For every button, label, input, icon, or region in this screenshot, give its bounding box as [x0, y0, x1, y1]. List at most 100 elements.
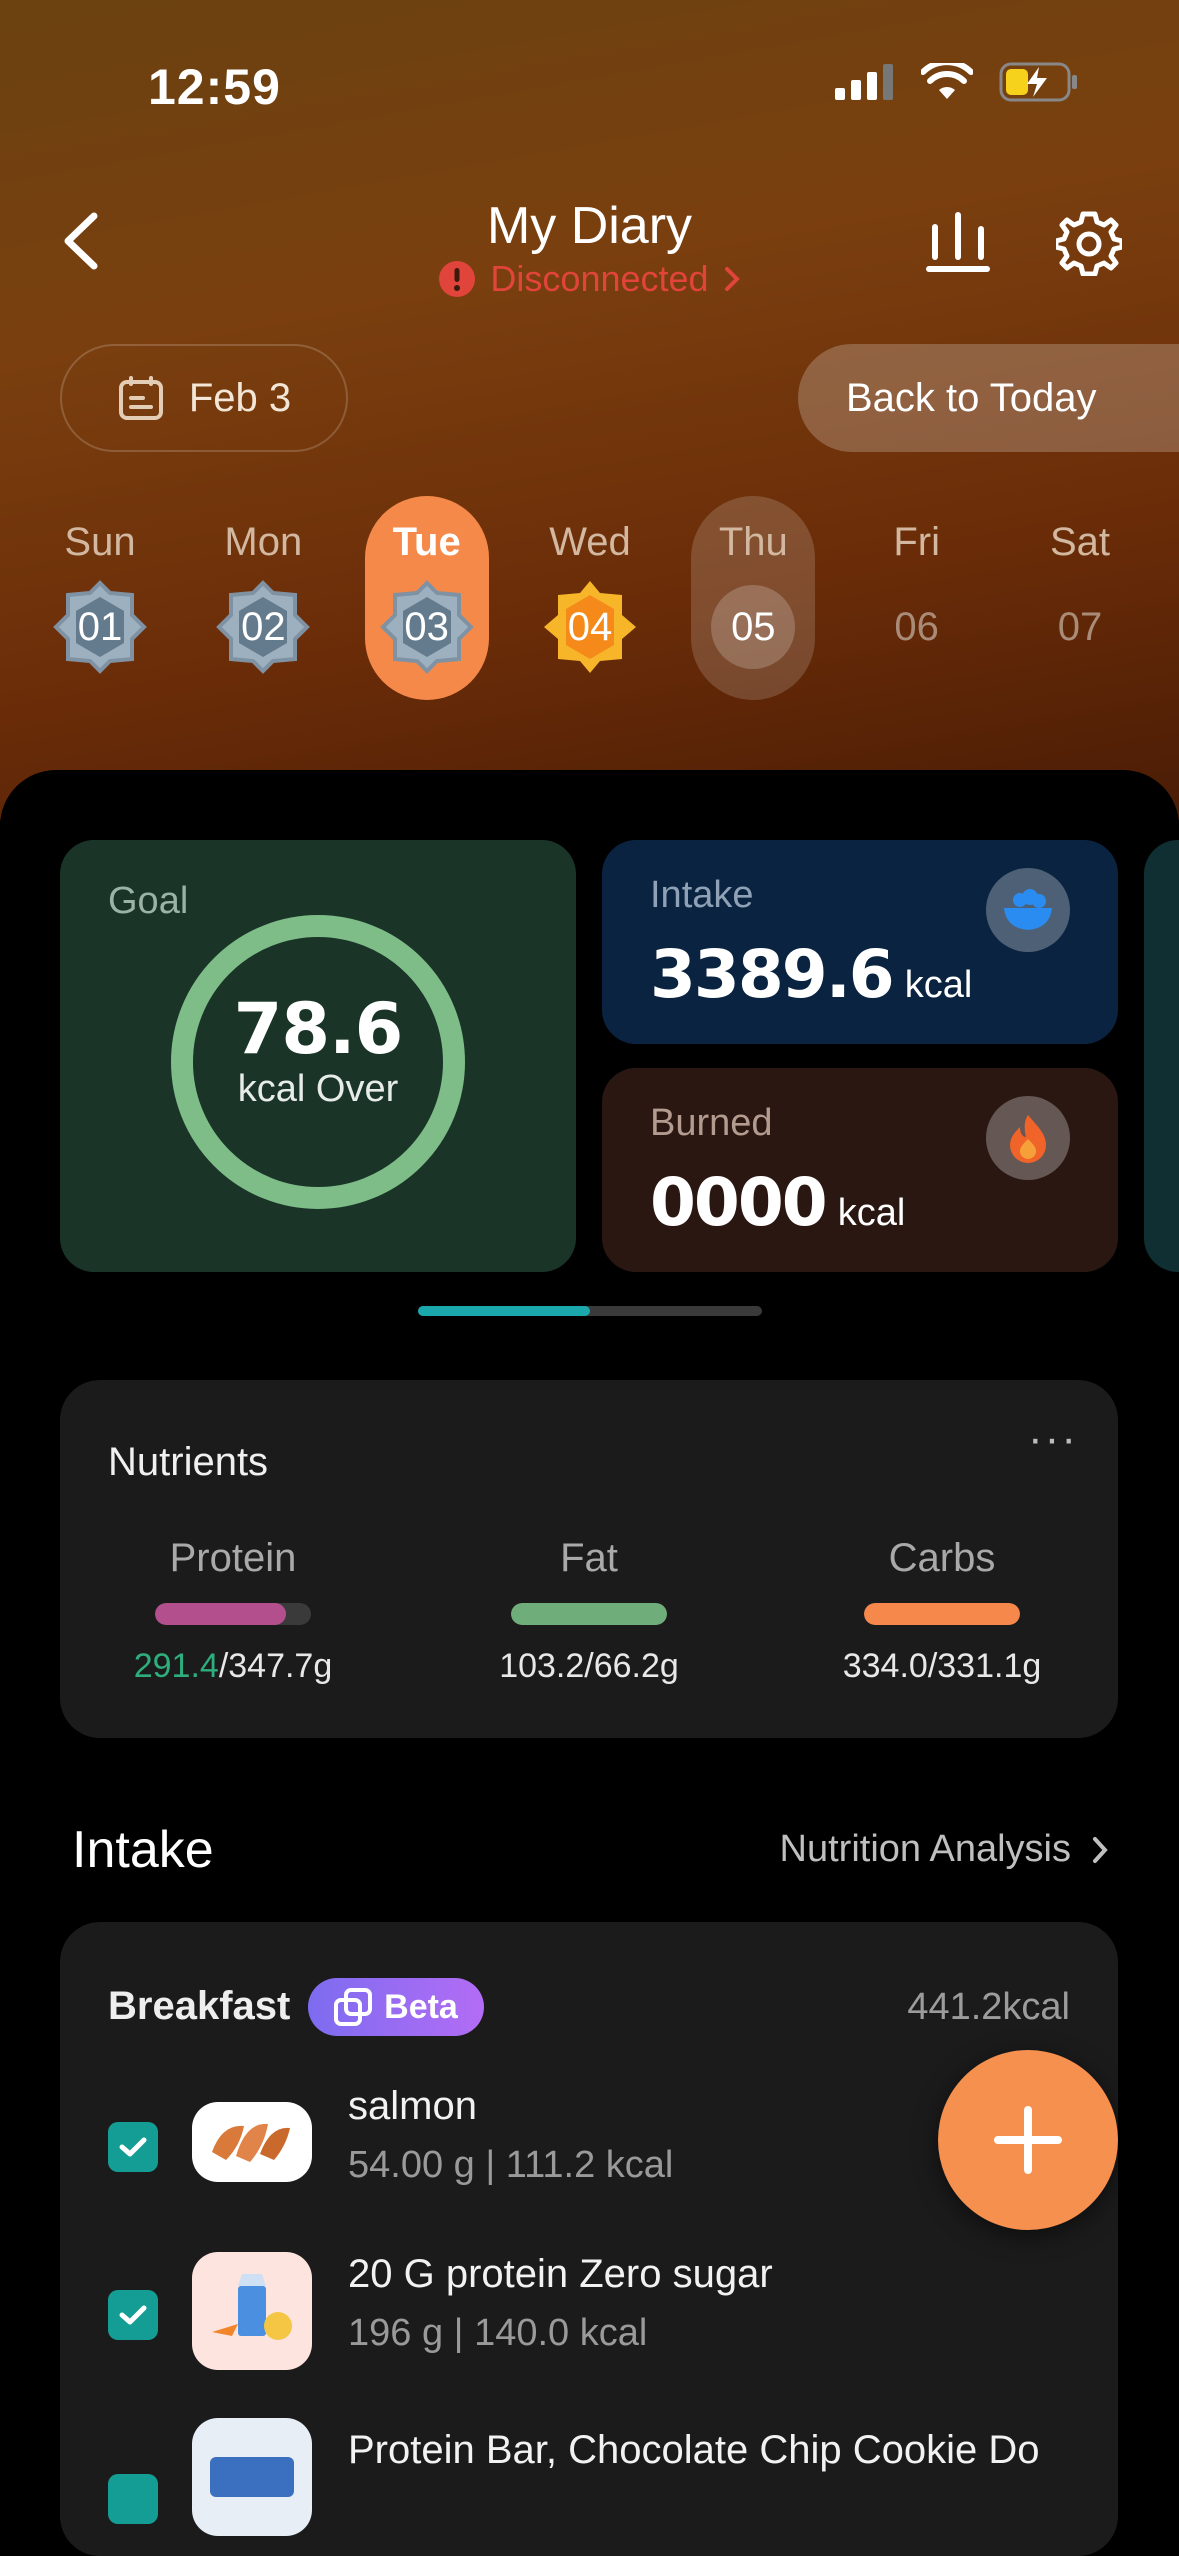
day-badge: 05	[705, 579, 801, 675]
more-options-icon[interactable]: ···	[1028, 1414, 1078, 1464]
meal-title: Breakfast	[108, 1984, 291, 2028]
day-thu-today[interactable]: Thu 05	[691, 496, 816, 700]
day-name: Wed	[549, 520, 631, 564]
day-number: 02	[241, 604, 286, 649]
food-thumbnail	[192, 2418, 312, 2536]
checkbox-checked-icon[interactable]	[108, 2290, 158, 2340]
macro-label: Carbs	[888, 1536, 996, 1580]
checkbox-checked-icon[interactable]	[108, 2474, 158, 2524]
burned-value-row: 0000 kcal	[650, 1164, 905, 1241]
day-name: Fri	[893, 520, 940, 564]
back-to-today-label: Back to Today	[846, 375, 1097, 420]
today-circle: 05	[711, 585, 796, 669]
battery-charging-icon	[999, 62, 1077, 102]
day-badge: 02	[215, 579, 311, 675]
day-badge: 04	[542, 579, 638, 675]
macro-fat: Fat 103.2/66.2g	[439, 1536, 739, 1686]
connection-status-label: Disconnected	[490, 258, 709, 299]
day-number: 04	[567, 604, 613, 649]
food-thumbnail	[192, 2102, 312, 2182]
day-number: 06	[894, 604, 939, 649]
macro-target: /347.7g	[218, 1647, 333, 1685]
day-badge: 03	[379, 579, 475, 675]
food-thumbnail	[192, 2252, 312, 2370]
date-picker-button[interactable]: Feb 3	[60, 344, 348, 452]
checkbox-checked-icon[interactable]	[108, 2122, 158, 2172]
stats-icon[interactable]	[926, 212, 990, 272]
beta-badge[interactable]: Beta	[308, 1978, 484, 2036]
chevron-right-icon	[724, 267, 740, 291]
date-label: Feb 3	[188, 375, 292, 420]
day-wed[interactable]: Wed 04	[528, 496, 652, 700]
nutrients-title: Nutrients	[108, 1440, 269, 1484]
plus-icon	[994, 2106, 1062, 2174]
gear-icon[interactable]	[1056, 210, 1122, 276]
summary-pager-fill	[418, 1306, 590, 1316]
week-strip: Sun 01 Mon 02 Tue 03 Wed 04 Thu 05 Fri 0…	[38, 496, 1142, 704]
food-detail: 54.00 g | 111.2 kcal	[348, 2144, 674, 2186]
bowl-icon	[986, 868, 1070, 952]
macro-amount: 334.0/331.1g	[842, 1647, 1042, 1685]
macro-bar-fill	[511, 1603, 667, 1625]
add-food-button[interactable]	[938, 2050, 1118, 2230]
day-mon[interactable]: Mon 02	[201, 496, 325, 700]
calendar-icon	[118, 376, 163, 420]
day-sun[interactable]: Sun 01	[38, 496, 162, 700]
macro-carbs: Carbs 334.0/331.1g	[792, 1536, 1092, 1686]
nutrition-analysis-link[interactable]: Nutrition Analysis	[780, 1828, 1109, 1871]
macro-bar-fill	[864, 1603, 1020, 1625]
day-name: Sun	[64, 520, 136, 564]
burned-card[interactable]: Burned 0000 kcal	[602, 1068, 1118, 1272]
status-time: 12:59	[148, 59, 281, 115]
food-name: Protein Bar, Chocolate Chip Cookie Do	[348, 2428, 1040, 2472]
day-tue-selected[interactable]: Tue 03	[364, 496, 489, 700]
day-name: Thu	[718, 520, 788, 564]
goal-card[interactable]: Goal 78.6 kcal Over	[60, 840, 576, 1272]
day-number: 05	[731, 604, 776, 649]
intake-label: Intake	[650, 874, 754, 916]
next-card-peek[interactable]	[1144, 840, 1179, 1272]
intake-section-title: Intake	[72, 1821, 214, 1879]
signal-icon	[835, 64, 893, 100]
copy-icon	[334, 1988, 373, 2026]
food-item[interactable]: Protein Bar, Chocolate Chip Cookie Do	[60, 2418, 1118, 2556]
chevron-right-icon	[1093, 1836, 1108, 1863]
day-badge: 01	[52, 579, 148, 675]
intake-card[interactable]: Intake 3389.6 kcal	[602, 840, 1118, 1044]
day-number: 03	[404, 604, 449, 649]
intake-unit: kcal	[904, 964, 973, 1006]
macro-bar	[155, 1603, 311, 1625]
nutrients-card[interactable]: Nutrients ··· Protein 291.4/347.7g Fat 1…	[60, 1380, 1118, 1738]
salmon-image-icon	[212, 2123, 290, 2162]
status-icons	[835, 62, 1079, 102]
food-name: 20 G protein Zero sugar	[348, 2252, 773, 2296]
macro-amount: 103.2/66.2g	[499, 1647, 679, 1685]
macro-bar	[864, 1603, 1020, 1625]
connection-status[interactable]: Disconnected	[0, 258, 1179, 300]
summary-pager	[418, 1306, 762, 1316]
day-number: 01	[77, 604, 123, 649]
macro-amount: 291.4/347.7g	[83, 1647, 383, 1686]
day-sat[interactable]: Sat 07	[1018, 496, 1142, 700]
macro-current: 291.4	[133, 1647, 219, 1685]
burned-unit: kcal	[837, 1192, 906, 1234]
goal-value: 78.6	[233, 988, 404, 1070]
day-name: Tue	[392, 520, 461, 564]
macro-bar	[511, 1603, 667, 1625]
food-detail: 196 g | 140.0 kcal	[348, 2312, 648, 2354]
back-to-today-button[interactable]: Back to Today	[798, 344, 1179, 452]
macro-bar-fill	[155, 1603, 287, 1625]
milk-food-image-icon	[212, 2274, 292, 2340]
day-name: Mon	[224, 520, 303, 564]
page-title: My Diary	[486, 197, 693, 255]
intake-value-row: 3389.6 kcal	[650, 936, 972, 1013]
day-fri[interactable]: Fri 06	[855, 496, 979, 700]
macro-label: Protein	[169, 1536, 297, 1580]
burned-label: Burned	[650, 1102, 773, 1144]
food-name: salmon	[348, 2084, 477, 2128]
alert-icon	[439, 261, 476, 297]
food-item[interactable]: 20 G protein Zero sugar 196 g | 140.0 kc…	[60, 2252, 1118, 2392]
wifi-icon	[921, 63, 973, 99]
meal-calories: 441.2kcal	[907, 1986, 1070, 2028]
nutrition-analysis-label: Nutrition Analysis	[779, 1828, 1071, 1870]
